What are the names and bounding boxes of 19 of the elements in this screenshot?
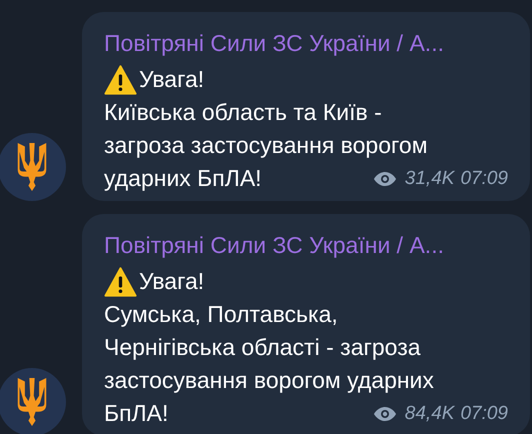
channel-name[interactable]: Повітряні Сили ЗС України / А... <box>104 229 508 262</box>
message-text: ударних БпЛА! <box>104 164 262 193</box>
message-text: Чернігівська області - загроза <box>104 333 421 362</box>
message-time: 07:09 <box>460 168 508 190</box>
warning-icon <box>104 266 137 296</box>
view-count: 84,4K <box>404 402 454 424</box>
message-text: застосування ворогом ударних <box>104 366 434 395</box>
message-time: 07:09 <box>460 402 508 424</box>
channel-name[interactable]: Повітряні Сили ЗС України / А... <box>104 27 508 60</box>
eye-icon <box>372 170 397 186</box>
message-heading: Увага! <box>139 267 204 296</box>
message-text: Київська область та Київ - <box>104 98 382 127</box>
message-heading: Увага! <box>139 65 204 94</box>
warning-icon <box>104 64 137 94</box>
message-text: БпЛА! <box>104 399 168 428</box>
view-count: 31,4K <box>404 168 454 190</box>
message-text: загроза застосування ворогом <box>104 131 428 160</box>
message-text: Сумська, Полтавська, <box>104 300 338 329</box>
eye-icon <box>372 406 397 422</box>
